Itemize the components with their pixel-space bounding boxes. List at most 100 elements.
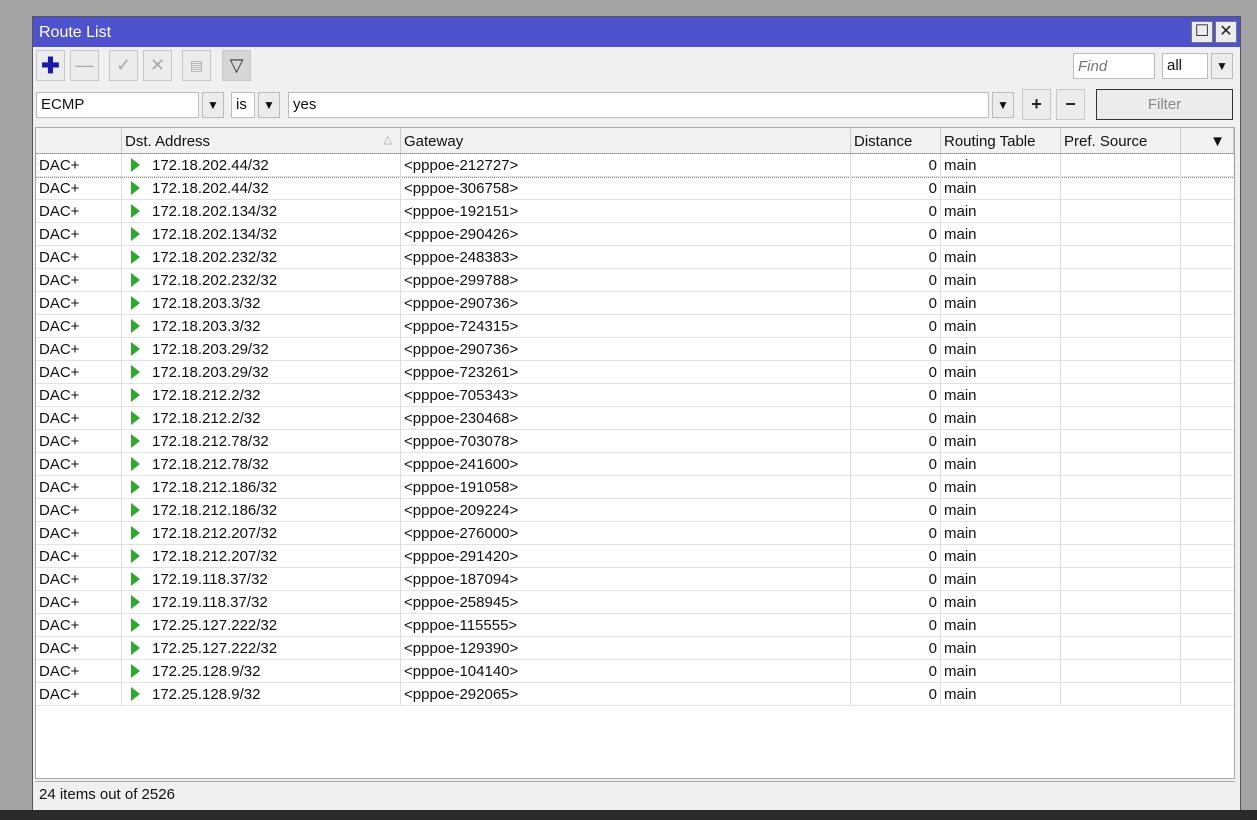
table-row[interactable]: DAC+ 172.18.203.3/32 <pppoe-290736> 0 ma… — [36, 292, 1234, 315]
cell-gateway: <pppoe-292065> — [401, 683, 851, 705]
table-row[interactable]: DAC+ 172.18.202.232/32 <pppoe-299788> 0 … — [36, 269, 1234, 292]
col-routing-table[interactable]: Routing Table — [941, 128, 1061, 153]
cell-distance: 0 — [851, 407, 941, 429]
cell-gateway: <pppoe-299788> — [401, 269, 851, 291]
comment-button[interactable]: ▤ — [182, 50, 211, 81]
cell-pref-source — [1061, 637, 1181, 659]
close-button[interactable]: ✕ — [1215, 21, 1237, 43]
table-row[interactable]: DAC+ 172.18.203.29/32 <pppoe-290736> 0 m… — [36, 338, 1234, 361]
cell-flags: DAC+ — [36, 361, 122, 383]
cell-gateway: <pppoe-703078> — [401, 430, 851, 452]
table-row[interactable]: DAC+ 172.18.212.78/32 <pppoe-241600> 0 m… — [36, 453, 1234, 476]
cell-routing-table: main — [941, 545, 1061, 567]
cell-distance: 0 — [851, 591, 941, 613]
scope-select[interactable]: all — [1162, 53, 1208, 79]
table-row[interactable]: DAC+ 172.18.212.186/32 <pppoe-191058> 0 … — [36, 476, 1234, 499]
cell-routing-table: main — [941, 499, 1061, 521]
table-row[interactable]: DAC+ 172.25.128.9/32 <pppoe-104140> 0 ma… — [36, 660, 1234, 683]
dst-address-text: 172.25.128.9/32 — [152, 663, 261, 680]
table-row[interactable]: DAC+ 172.25.127.222/32 <pppoe-115555> 0 … — [36, 614, 1234, 637]
cell-dst-address: 172.18.203.3/32 — [122, 315, 401, 337]
filter-operator-dropdown-icon[interactable]: ▼ — [258, 92, 280, 118]
cell-gateway: <pppoe-258945> — [401, 591, 851, 613]
cell-gateway: <pppoe-306758> — [401, 177, 851, 199]
table-row[interactable]: DAC+ 172.18.202.44/32 <pppoe-306758> 0 m… — [36, 177, 1234, 200]
col-distance[interactable]: Distance — [851, 128, 941, 153]
filter-field-select[interactable]: ECMP — [36, 92, 199, 118]
table-row[interactable]: DAC+ 172.25.128.9/32 <pppoe-292065> 0 ma… — [36, 683, 1234, 706]
table-row[interactable]: DAC+ 172.25.127.222/32 <pppoe-129390> 0 … — [36, 637, 1234, 660]
remove-button[interactable]: — — [70, 50, 99, 81]
col-gateway[interactable]: Gateway — [401, 128, 851, 153]
table-row[interactable]: DAC+ 172.18.202.232/32 <pppoe-248383> 0 … — [36, 246, 1234, 269]
dst-address-text: 172.18.212.186/32 — [152, 502, 278, 519]
table-row[interactable]: DAC+ 172.19.118.37/32 <pppoe-187094> 0 m… — [36, 568, 1234, 591]
cell-flags: DAC+ — [36, 591, 122, 613]
table-row[interactable]: DAC+ 172.18.212.186/32 <pppoe-209224> 0 … — [36, 499, 1234, 522]
table-row[interactable]: DAC+ 172.18.203.29/32 <pppoe-723261> 0 m… — [36, 361, 1234, 384]
dst-address-text: 172.18.203.29/32 — [152, 364, 269, 381]
disable-button[interactable]: ✕ — [143, 50, 172, 81]
table-row[interactable]: DAC+ 172.18.212.2/32 <pppoe-705343> 0 ma… — [36, 384, 1234, 407]
cell-extra — [1181, 223, 1234, 245]
col-dst-address[interactable]: Dst. Address △ — [122, 128, 401, 153]
table-row[interactable]: DAC+ 172.18.202.44/32 <pppoe-212727> 0 m… — [35, 153, 1235, 178]
cell-dst-address: 172.18.212.207/32 — [122, 545, 401, 567]
remove-filter-button[interactable]: − — [1056, 89, 1085, 120]
dst-address-text: 172.25.127.222/32 — [152, 617, 278, 634]
table-row[interactable]: DAC+ 172.18.202.134/32 <pppoe-290426> 0 … — [36, 223, 1234, 246]
cell-gateway: <pppoe-290736> — [401, 338, 851, 360]
filter-apply-button[interactable]: Filter — [1096, 89, 1233, 120]
cell-dst-address: 172.18.212.78/32 — [122, 453, 401, 475]
col-flags[interactable] — [36, 128, 122, 153]
active-route-icon — [131, 319, 140, 333]
table-row[interactable]: DAC+ 172.19.118.37/32 <pppoe-258945> 0 m… — [36, 591, 1234, 614]
column-menu-icon[interactable]: ▼ — [1181, 128, 1234, 153]
cell-routing-table: main — [941, 614, 1061, 636]
scope-dropdown-icon[interactable]: ▼ — [1211, 53, 1233, 79]
cell-routing-table: main — [941, 384, 1061, 406]
cell-dst-address: 172.19.118.37/32 — [122, 591, 401, 613]
find-input[interactable] — [1073, 53, 1155, 79]
filter-value-input[interactable]: yes — [288, 92, 989, 118]
cell-routing-table: main — [941, 246, 1061, 268]
table-row[interactable]: DAC+ 172.18.212.207/32 <pppoe-276000> 0 … — [36, 522, 1234, 545]
add-filter-button[interactable]: + — [1022, 89, 1051, 120]
cell-extra — [1181, 476, 1234, 498]
filter-toggle-button[interactable]: ▽ — [222, 50, 251, 81]
cell-extra — [1181, 637, 1234, 659]
filter-value-dropdown-icon[interactable]: ▼ — [992, 92, 1014, 118]
cell-routing-table: main — [941, 476, 1061, 498]
sort-asc-icon: △ — [383, 134, 392, 146]
cell-routing-table: main — [941, 660, 1061, 682]
cell-routing-table: main — [941, 177, 1061, 199]
filter-operator-select[interactable]: is — [231, 92, 255, 118]
cell-flags: DAC+ — [36, 660, 122, 682]
cell-flags: DAC+ — [36, 177, 122, 199]
active-route-icon — [131, 641, 140, 655]
cell-dst-address: 172.18.202.44/32 — [122, 177, 401, 199]
window-title: Route List — [39, 24, 112, 41]
cell-routing-table: main — [941, 591, 1061, 613]
cell-flags: DAC+ — [36, 568, 122, 590]
cell-dst-address: 172.18.212.2/32 — [122, 407, 401, 429]
table-row[interactable]: DAC+ 172.18.202.134/32 <pppoe-192151> 0 … — [36, 200, 1234, 223]
col-pref-source[interactable]: Pref. Source — [1061, 128, 1181, 153]
cell-distance: 0 — [851, 384, 941, 406]
table-row[interactable]: DAC+ 172.18.212.78/32 <pppoe-703078> 0 m… — [36, 430, 1234, 453]
add-button[interactable]: ✚ — [36, 50, 65, 81]
cell-flags: DAC+ — [36, 453, 122, 475]
dst-address-text: 172.19.118.37/32 — [152, 571, 268, 588]
cell-flags: DAC+ — [36, 683, 122, 705]
table-row[interactable]: DAC+ 172.18.203.3/32 <pppoe-724315> 0 ma… — [36, 315, 1234, 338]
filter-field-dropdown-icon[interactable]: ▼ — [202, 92, 224, 118]
table-row[interactable]: DAC+ 172.18.212.207/32 <pppoe-291420> 0 … — [36, 545, 1234, 568]
enable-button[interactable]: ✓ — [109, 50, 138, 81]
table-row[interactable]: DAC+ 172.18.212.2/32 <pppoe-230468> 0 ma… — [36, 407, 1234, 430]
cell-extra — [1181, 683, 1234, 705]
cell-flags: DAC+ — [36, 269, 122, 291]
cell-flags: DAC+ — [36, 154, 122, 176]
cell-pref-source — [1061, 407, 1181, 429]
cell-extra — [1181, 614, 1234, 636]
maximize-button[interactable]: ☐ — [1191, 21, 1213, 43]
